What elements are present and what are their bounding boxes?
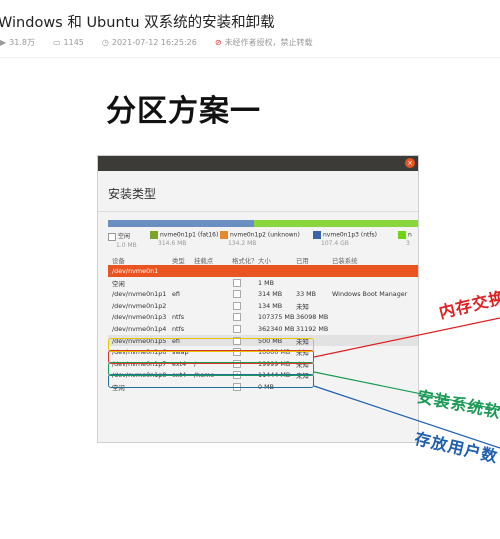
highlight-box-home [108, 374, 314, 388]
cell-system: Windows Boot Manager [332, 290, 408, 299]
table-row[interactable]: /dev/nvme0n1p4 ntfs 362340 MB 31192 MB [108, 323, 418, 335]
legend-swatch [398, 231, 406, 239]
copyright-notice: ⊘ 未经作者授权，禁止转载 [214, 38, 313, 47]
cell-used: 31192 MB [296, 324, 329, 333]
annotation-root: 安装系统软 [415, 386, 500, 422]
cell-size: 1 MB [258, 278, 274, 287]
legend-label: 空闲 [118, 233, 131, 240]
table-row[interactable]: 空闲 1 MB [108, 277, 418, 289]
article-title: Windows 和 Ubuntu 双系统的安装和卸载 [0, 15, 275, 31]
cell-used: 未知 [296, 302, 309, 311]
close-icon[interactable]: × [405, 158, 415, 168]
legend-size: 107.4 GB [321, 240, 349, 247]
column-header[interactable]: 格式化？ [232, 256, 258, 265]
publish-date: ◷ 2021-07-12 16:25:26 [101, 38, 197, 47]
legend-item: nvme0n1p1 (fat16) 314.6 MB [150, 231, 218, 247]
column-header[interactable]: 已用 [296, 256, 309, 265]
legend-label: n [408, 231, 412, 239]
partition-bar [108, 220, 418, 227]
comments-count: ▭ 1145 [52, 38, 84, 47]
table-row[interactable]: /dev/nvme0n1p1 efi 314 MB 33 MB Windows Boot… [108, 288, 418, 300]
cell-used: 36098 MB [296, 313, 329, 322]
cell-size: 107375 MB [258, 313, 295, 322]
legend-swatch [150, 231, 158, 239]
cell-used: 33 MB [296, 290, 317, 299]
partition-bar-segment [108, 220, 254, 227]
legend-item: n3 [398, 231, 412, 247]
legend-swatch [313, 231, 321, 239]
installer-dialog: × 安装类型 空闲 1.0 MB nvme0n1p1 (fat16) 314.6 MB… [97, 155, 419, 443]
column-header[interactable]: 大小 [258, 256, 271, 265]
legend-item: nvme0n1p2 (unknown) 134.2 MB [220, 231, 300, 247]
cell-device: 空闲 [112, 279, 125, 288]
views-count: ▶ 31.8万 [0, 38, 35, 47]
column-header[interactable]: 已装系统 [332, 256, 358, 265]
format-checkbox[interactable] [233, 290, 241, 299]
cell-device: /dev/nvme0n1p3 [112, 313, 167, 322]
legend-swatch [220, 231, 228, 239]
format-checkbox[interactable] [233, 313, 241, 322]
article-meta: ▶ 31.8万 ▭ 1145 ◷ 2021-07-12 16:25:26 ⊘ 未经作者授… [0, 37, 331, 48]
legend-size: 3 [406, 240, 410, 247]
legend-swatch [108, 232, 116, 241]
annotation-home: 存放用户数 [412, 428, 500, 467]
column-header[interactable]: 设备 [112, 256, 125, 265]
comment-icon: ▭ [52, 38, 61, 47]
dialog-titlebar: × [98, 156, 418, 171]
cell-device: /dev/nvme0n1p1 [112, 290, 167, 299]
legend-item: 空闲 1.0 MB [108, 231, 137, 249]
cell-type: ntfs [172, 324, 185, 333]
table-row[interactable]: /dev/nvme0n1 [108, 265, 418, 277]
forbidden-icon: ⊘ [214, 38, 222, 47]
play-icon: ▶ [0, 38, 7, 47]
legend-size: 1.0 MB [116, 241, 137, 249]
format-checkbox[interactable] [233, 324, 241, 333]
column-header[interactable]: 挂载点 [194, 256, 213, 265]
partition-bar-segment [253, 220, 418, 227]
divider [98, 211, 418, 212]
legend-size: 314.6 MB [158, 240, 187, 247]
cell-size: 362340 MB [258, 324, 295, 333]
table-header: 设备 类型 挂载点 格式化？ 大小 已用 已装系统 [108, 254, 418, 265]
slide-heading: 分区方案一 [106, 94, 261, 129]
cell-device: /dev/nvme0n1p2 [112, 301, 167, 310]
legend-label: nvme0n1p2 (unknown) [230, 231, 300, 239]
legend-size: 134.2 MB [228, 240, 257, 247]
partition-legend: 空闲 1.0 MB nvme0n1p1 (fat16) 314.6 MB nvme0n1… [108, 231, 418, 251]
legend-label: nvme0n1p3 (ntfs) [323, 231, 377, 239]
table-row[interactable]: /dev/nvme0n1p2 134 MB 未知 [108, 300, 418, 312]
annotation-swap: 内存交换 [436, 287, 500, 323]
table-row[interactable]: /dev/nvme0n1p3 ntfs 107375 MB 36098 MB [108, 311, 418, 323]
format-checkbox[interactable] [233, 278, 241, 287]
format-checkbox[interactable] [233, 301, 241, 310]
legend-label: nvme0n1p1 (fat16) [160, 231, 219, 239]
clock-icon: ◷ [101, 38, 109, 47]
cell-size: 314 MB [258, 290, 283, 299]
column-header[interactable]: 类型 [172, 256, 185, 265]
legend-item: nvme0n1p3 (ntfs) 107.4 GB [313, 231, 377, 247]
cell-device: /dev/nvme0n1p4 [112, 324, 167, 333]
divider [0, 57, 500, 58]
cell-size: 134 MB [258, 301, 283, 310]
dialog-title: 安装类型 [108, 187, 157, 201]
cell-type: efi [172, 290, 180, 299]
cell-type: ntfs [172, 313, 185, 322]
cell-device: /dev/nvme0n1 [112, 267, 159, 275]
